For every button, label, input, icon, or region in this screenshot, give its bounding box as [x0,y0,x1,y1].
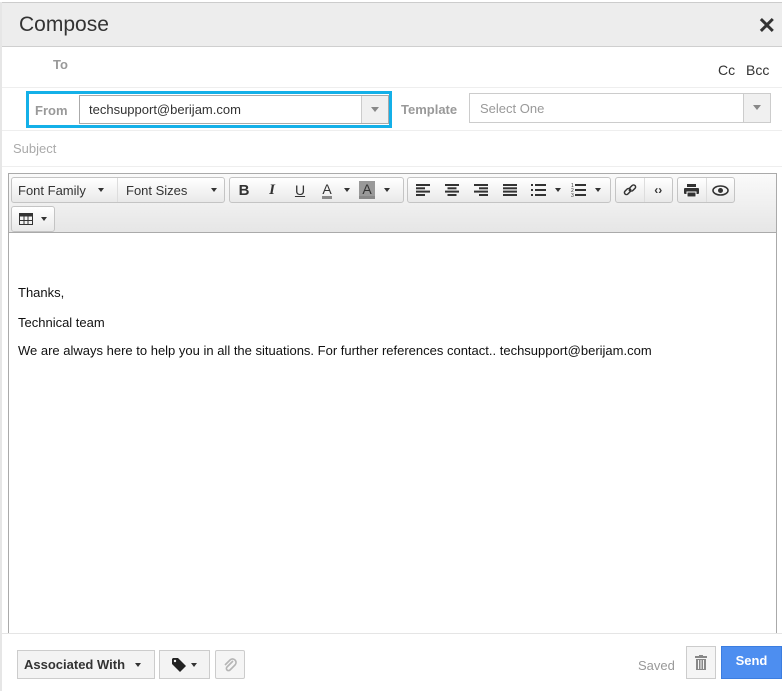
compose-header: Compose ✕ [2,2,782,47]
style-group: B I U A A [229,177,404,203]
from-field-group: From techsupport@berijam.com [26,91,392,128]
align-center-button[interactable] [437,178,466,202]
print-icon [684,183,700,197]
misc-group [677,177,735,203]
numbered-list-button[interactable]: 123 [564,178,592,202]
discard-button[interactable] [686,646,716,679]
link-button[interactable] [616,178,645,202]
caret-down-icon [97,188,104,192]
font-sizes-label: Font Sizes [126,182,188,198]
align-left-button[interactable] [408,178,437,202]
text-color-icon: A [322,180,332,199]
associated-with-dropdown[interactable]: Associated With [17,650,155,679]
caret-down-icon [41,217,47,221]
numbered-list-dropdown[interactable] [592,178,604,202]
divider [2,166,782,167]
attach-button[interactable] [215,650,245,679]
code-view-button[interactable]: ‹› [645,178,673,202]
rich-text-editor[interactable]: Font Family Font Sizes B I U A A 1 2 3 ‹… [8,173,777,633]
body-line: Thanks, [18,285,65,300]
caret-down-icon [371,107,379,112]
align-center-icon [444,184,459,196]
paragraph-group: 123 [407,177,611,203]
background-color-dropdown[interactable] [380,178,394,202]
align-right-icon [473,184,488,196]
template-label: Template [401,102,458,117]
close-icon[interactable]: ✕ [758,15,776,37]
align-justify-icon [502,184,517,196]
divider [2,633,782,634]
underline-button[interactable]: U [286,178,314,202]
from-value: techsupport@berijam.com [89,102,241,117]
editor-toolbar: Font Family Font Sizes B I U A A 1 2 3 ‹… [9,174,776,233]
send-button[interactable]: Send [721,646,782,679]
table-icon [19,213,33,225]
link-icon [623,184,637,196]
divider [2,130,782,131]
preview-button[interactable] [707,178,735,202]
to-label[interactable]: To [53,57,68,72]
associated-with-label: Associated With [24,657,126,672]
caret-down-icon [595,188,601,192]
window-edge [0,2,2,691]
to-row: To Cc Bcc [2,48,782,88]
table-group [11,206,55,232]
bullet-list-dropdown[interactable] [552,178,564,202]
from-dropdown-toggle[interactable] [361,96,388,123]
justify-button[interactable] [495,178,524,202]
cc-link[interactable]: Cc [718,62,735,78]
bcc-link[interactable]: Bcc [746,62,769,78]
font-family-label: Font Family [18,182,86,198]
caret-down-icon [135,662,142,667]
align-left-icon [415,184,430,196]
font-sizes-dropdown[interactable]: Font Sizes [118,178,224,202]
subject-input[interactable]: Subject [13,141,56,156]
italic-button[interactable]: I [258,178,286,202]
background-color-icon: A [359,181,375,199]
save-status: Saved [638,658,675,673]
caret-down-icon [191,662,197,667]
bold-button[interactable]: B [230,178,258,202]
from-label: From [35,103,68,118]
insert-group: ‹› [615,177,673,203]
template-dropdown-toggle[interactable] [743,94,770,122]
eye-icon [711,184,729,196]
font-family-dropdown[interactable]: Font Family [12,178,118,202]
tag-icon [172,657,186,672]
bullet-list-button[interactable] [524,178,552,202]
text-color-button[interactable]: A [314,178,340,202]
tag-dropdown[interactable] [159,650,210,679]
font-group: Font Family Font Sizes [11,177,225,203]
table-button[interactable] [12,207,54,231]
paperclip-icon [224,657,237,671]
svg-text:3: 3 [571,193,574,197]
caret-down-icon [555,188,561,192]
body-line: We are always here to help you in all th… [18,343,652,358]
print-button[interactable] [678,178,707,202]
caret-down-icon [344,188,350,192]
text-color-dropdown[interactable] [340,178,354,202]
bullet-list-icon [530,184,546,196]
caret-down-icon [753,105,761,110]
template-placeholder: Select One [480,101,545,116]
page-title: Compose [19,13,109,36]
align-right-button[interactable] [466,178,495,202]
numbered-list-icon: 123 [571,183,586,197]
body-line: Technical team [18,315,105,330]
caret-down-icon [384,188,390,192]
caret-down-icon [211,188,218,192]
background-color-button[interactable]: A [354,178,380,202]
code-icon: ‹› [654,183,663,197]
trash-icon [695,655,707,670]
template-select[interactable]: Select One [469,93,771,123]
from-select[interactable]: techsupport@berijam.com [79,95,389,124]
